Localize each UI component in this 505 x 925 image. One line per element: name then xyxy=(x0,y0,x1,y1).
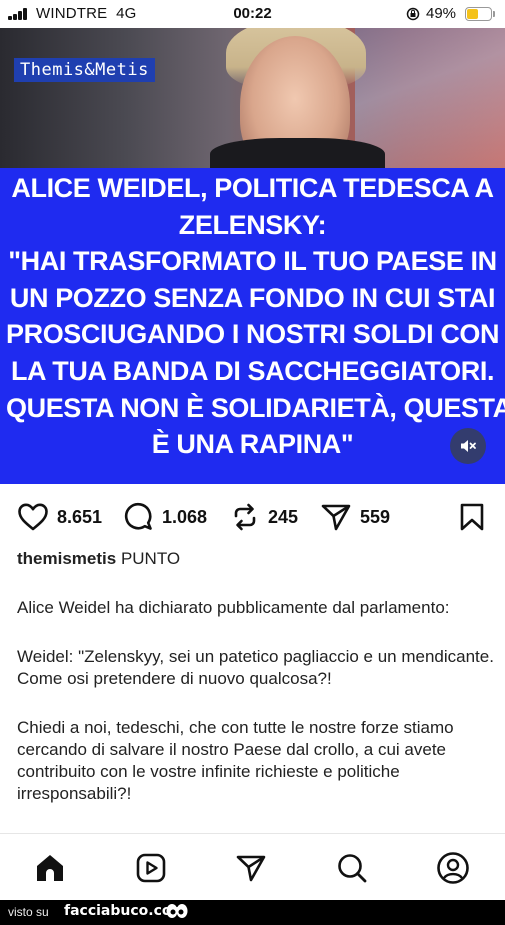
mute-button[interactable] xyxy=(450,428,486,464)
nav-reels[interactable] xyxy=(134,851,168,885)
post-image[interactable]: Themis&Metis ALICE WEIDEL, POLITICA TEDE… xyxy=(0,28,505,484)
comment-icon xyxy=(124,502,152,530)
profile-icon xyxy=(437,852,469,884)
headline-line: ZELENSKY: xyxy=(178,209,327,240)
footer-label: visto su xyxy=(8,905,49,919)
headline-line: QUESTA NON È SOLIDARIETÀ, QUESTA xyxy=(6,392,505,423)
home-icon xyxy=(37,855,63,881)
likes-count: 8.651 xyxy=(57,506,103,527)
caption-paragraph: Alice Weidel ha dichiarato pubblicamente… xyxy=(17,598,450,617)
bookmark-icon[interactable] xyxy=(458,503,486,531)
send-icon xyxy=(321,504,351,531)
headline-line: UN POZZO SENZA FONDO IN CUI STAI xyxy=(9,282,496,313)
caption-tag: PUNTO xyxy=(120,549,181,568)
reposts-count: 245 xyxy=(268,506,299,527)
headline-line: È UNA RAPINA" xyxy=(151,429,354,460)
battery-percent: 49% xyxy=(426,5,457,22)
shares-count: 559 xyxy=(360,506,391,527)
nav-search[interactable] xyxy=(335,851,369,885)
eyes-logo-icon xyxy=(166,904,188,918)
post-headline: ALICE WEIDEL, POLITICA TEDESCA A ZELENSK… xyxy=(0,170,505,463)
speaker-muted-icon xyxy=(461,440,476,452)
search-icon xyxy=(338,854,367,883)
reels-icon xyxy=(136,853,166,883)
post-actions: 8.651 1.068 245 559 xyxy=(0,496,505,538)
status-bar: WINDTRE 4G 00:22 49% xyxy=(0,0,505,28)
comment-button[interactable]: 1.068 xyxy=(124,496,207,538)
battery-icon xyxy=(465,7,495,21)
nav-profile[interactable] xyxy=(436,851,470,885)
watermark: Themis&Metis xyxy=(14,58,155,82)
username-link[interactable]: themismetis xyxy=(17,549,116,568)
post-caption: themismetis PUNTO Alice Weidel ha dichia… xyxy=(17,548,495,805)
caption-paragraph: Chiedi a noi, tedeschi, che con tutte le… xyxy=(17,718,454,803)
nav-messages[interactable] xyxy=(234,851,268,885)
share-button[interactable]: 559 xyxy=(320,496,390,538)
headline-line: "HAI TRASFORMATO IL TUO PAESE IN xyxy=(8,246,497,277)
send-icon xyxy=(236,855,266,882)
repost-icon xyxy=(234,503,256,531)
heart-icon xyxy=(18,503,48,531)
caption-header: themismetis PUNTO xyxy=(17,548,495,570)
bottom-nav xyxy=(0,833,505,900)
nav-home[interactable] xyxy=(33,851,67,885)
headline-line: PROSCIUGANDO I NOSTRI SOLDI CON xyxy=(6,319,500,350)
headline-line: ALICE WEIDEL, POLITICA TEDESCA A xyxy=(11,173,494,203)
headline-line: LA TUA BANDA DI SACCHEGGIATORI. xyxy=(10,355,495,386)
rotation-lock-icon xyxy=(406,7,420,21)
like-button[interactable]: 8.651 xyxy=(17,496,102,538)
repost-button[interactable]: 245 xyxy=(230,496,298,538)
comments-count: 1.068 xyxy=(162,506,208,527)
speaker-photo xyxy=(0,28,505,168)
site-footer: visto su facciabuco.com xyxy=(0,900,505,925)
caption-paragraph: Weidel: "Zelenskyy, sei un patetico pagl… xyxy=(17,647,494,688)
